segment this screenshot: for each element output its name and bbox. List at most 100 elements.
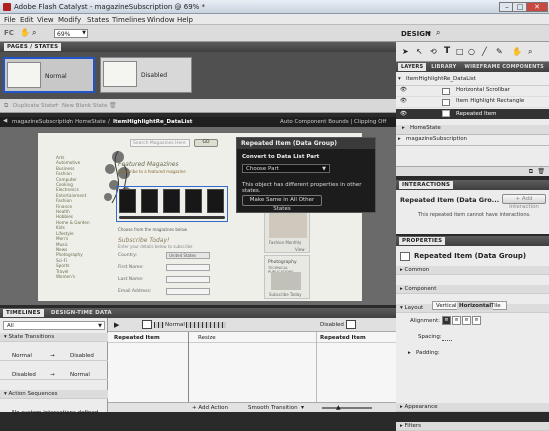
layer-row[interactable]: 👁 Horizontal Scrollbar [396, 87, 549, 97]
alignment-buttons: ≡ ≡ ≡ ≡ [442, 316, 482, 326]
layer-row[interactable]: ▸ HomeState [396, 125, 549, 135]
section-filters[interactable]: ▸ Filters [396, 422, 549, 431]
pen-tool-icon[interactable]: ✎ [496, 47, 503, 56]
state-thumb-disabled[interactable]: Disabled [100, 57, 192, 93]
action-sequences-heading[interactable]: ▾ Action Sequences [0, 390, 108, 399]
new-blank-state-button[interactable]: New Blank State [62, 103, 107, 109]
country-select: United States [166, 252, 210, 259]
title-bar: Adobe Flash Catalyst - magazineSubscript… [0, 0, 549, 14]
layer-label: Horizontal Scrollbar [456, 87, 511, 93]
timeline-filter-select[interactable]: All ▼ [3, 321, 105, 330]
hand-tool-icon[interactable]: ✋ [20, 28, 30, 37]
breadcrumb-component[interactable]: ItemHighlightRe_DataList [113, 119, 192, 125]
popup-title-bar: Repeated Item (Data Group) [237, 138, 375, 149]
close-button[interactable]: ✕ [526, 2, 548, 12]
slider-thumb[interactable]: ▲ [336, 404, 341, 411]
text-tool-icon[interactable]: T [444, 46, 450, 56]
breadcrumb-root[interactable]: magazineSubscription [12, 119, 73, 125]
first-name-label: First Name: [118, 265, 144, 270]
align-right-icon[interactable]: ≡ [462, 316, 471, 325]
smooth-transition-button[interactable]: Smooth Transition [248, 405, 298, 411]
state-thumb-normal[interactable]: Normal [3, 57, 95, 93]
tab-layers[interactable]: LAYERS [398, 63, 427, 71]
zoom-select[interactable]: 69% ▼ [54, 29, 88, 38]
eye-icon[interactable]: 👁 [400, 98, 407, 104]
timeline-footer: + Add Action Smooth Transition ▾ ▲ [108, 402, 396, 412]
select-tool-icon[interactable]: ➤ [402, 47, 409, 56]
layer-row[interactable]: ▸ magazineSubscription [396, 136, 549, 146]
transition-row[interactable]: Normal → Disabled [0, 352, 108, 361]
transform-icon[interactable]: ⟲ [430, 47, 437, 56]
workspace-dropdown-icon[interactable]: ▼ [427, 31, 431, 37]
transition-row[interactable]: Disabled → Normal [0, 371, 108, 380]
padding-expand-icon[interactable]: ▸ [408, 350, 411, 356]
new-layer-icon[interactable]: ⧉ [529, 168, 533, 176]
artboard-stage[interactable]: Search Magazines Here GO Arts Automotive… [0, 127, 396, 305]
hand-tool-icon[interactable]: ✋ [512, 47, 522, 56]
choose-part-select[interactable]: Choose Part ▼ [242, 164, 330, 173]
section-common[interactable]: ▸ Common [396, 266, 549, 275]
tab-design-time-data[interactable]: DESIGN-TIME DATA [46, 309, 117, 317]
eye-icon[interactable]: 👁 [400, 109, 407, 119]
tab-horizontal[interactable]: Horizontal [457, 302, 494, 310]
timeline-tracks: ▶ Normal Disabled Repeated Item Resize R… [108, 318, 396, 412]
breadcrumb: ◀ magazineSubscription / HomeState / Ite… [0, 117, 396, 127]
options-icon[interactable]: ▾ [301, 404, 304, 411]
trash-icon[interactable]: 🗑 [537, 168, 545, 175]
breadcrumb-state[interactable]: HomeState [75, 119, 106, 125]
back-arrow-icon[interactable]: ◀ [3, 118, 7, 124]
layer-row[interactable]: ▾ ItemHighlightRe_DataList [396, 76, 549, 86]
menu-window[interactable]: Window [147, 16, 175, 24]
tab-vertical[interactable]: Vertical [436, 303, 457, 309]
duplicate-state-button[interactable]: Duplicate State [13, 103, 56, 109]
line-tool-icon[interactable]: ╱ [482, 47, 487, 56]
section-appearance[interactable]: ▸ Appearance [396, 403, 549, 412]
eye-icon[interactable]: 👁 [400, 87, 407, 93]
section-component[interactable]: ▸ Component [396, 285, 549, 294]
menu-states[interactable]: States [87, 16, 109, 24]
align-center-icon[interactable]: ≡ [452, 316, 461, 325]
tab-wireframe-components[interactable]: WIREFRAME COMPONENTS [461, 63, 547, 71]
align-justify-icon[interactable]: ≡ [472, 316, 481, 325]
make-same-button[interactable]: Make Same in All Other States [242, 195, 322, 212]
menu-view[interactable]: View [37, 16, 54, 24]
zoom-tool-icon[interactable]: ⌕ [32, 28, 36, 38]
play-icon[interactable]: ▶ [114, 321, 119, 329]
featured-subtitle: Subscribe to a featured magazine [118, 169, 186, 174]
resize-effect[interactable]: Resize [198, 335, 216, 341]
pages-states-header: PAGES / STATES [0, 42, 396, 52]
search-icon[interactable]: ⌕ [436, 28, 440, 38]
timeline-zoom-slider[interactable] [322, 407, 372, 409]
menu-edit[interactable]: Edit [20, 16, 34, 24]
trash-icon[interactable]: 🗑 [109, 102, 117, 109]
layers-footer: ⧉ 🗑 [396, 166, 549, 176]
pages-states-footer: ⧉ Duplicate State + New Blank State 🗑 [0, 99, 396, 113]
menu-modify[interactable]: Modify [58, 16, 81, 24]
spacing-value-field[interactable] [442, 333, 452, 341]
tab-library[interactable]: LIBRARY [428, 63, 459, 71]
layer-thumb-icon [442, 110, 450, 117]
playhead-line[interactable] [188, 332, 189, 402]
direct-select-icon[interactable]: ↖ [416, 47, 423, 56]
add-action-button[interactable]: + Add Action [192, 405, 228, 411]
tab-tile[interactable]: Tile [491, 303, 501, 309]
menu-help[interactable]: Help [177, 16, 193, 24]
menu-file[interactable]: File [4, 16, 16, 24]
chevron-down-icon: ▼ [322, 166, 326, 172]
spacing-label: Spacing: [418, 334, 442, 340]
ellipse-tool-icon[interactable]: ○ [468, 47, 475, 56]
add-interaction-button[interactable]: + Add Interaction [502, 194, 546, 210]
align-left-icon[interactable]: ≡ [442, 316, 451, 325]
menu-timelines[interactable]: Timelines [112, 16, 145, 24]
layers-tabs: LAYERS LIBRARY WIREFRAME COMPONENTS [396, 62, 549, 72]
track-row[interactable]: Repeated Item Resize Repeated Item [108, 334, 396, 343]
tab-timelines[interactable]: TIMELINES [3, 309, 44, 317]
layer-row-selected[interactable]: 👁 Repeated Item [396, 109, 549, 119]
layer-row[interactable]: 👁 Item Highlight Rectangle [396, 98, 549, 108]
state-transitions-heading[interactable]: ▾ State Transitions [0, 333, 108, 342]
app-icon [3, 3, 11, 11]
component-bounds-status[interactable]: Auto Component Bounds | Clipping Off [280, 119, 386, 125]
rectangle-tool-icon[interactable]: □ [456, 47, 464, 56]
zoom-tool-icon[interactable]: ⌕ [528, 47, 532, 57]
magazine-data-list[interactable] [116, 186, 228, 222]
